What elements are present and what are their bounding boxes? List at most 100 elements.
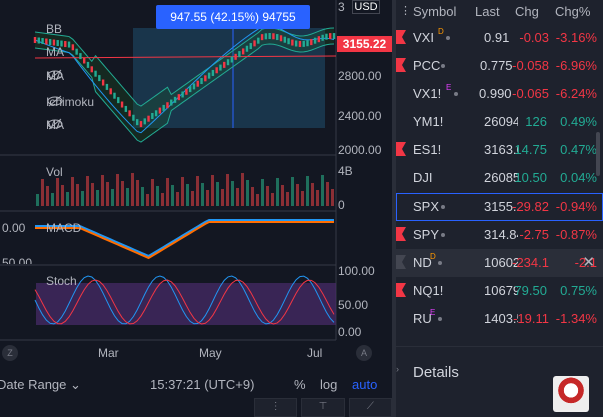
candle — [185, 88, 188, 95]
watchlist-row[interactable]: NQ1! 10679.79.50 0.75% — [396, 277, 603, 305]
price-axis-label: 2800.00 — [338, 69, 382, 83]
volume-bar — [301, 191, 304, 206]
volume-bar — [286, 192, 289, 206]
candle — [45, 38, 48, 45]
watchlist-row[interactable]: SPX3155.22-29.82-0.94% — [396, 193, 603, 221]
symbol-name: ND — [413, 255, 432, 270]
collapse-icon[interactable]: › — [396, 364, 402, 384]
stoch-title[interactable]: Stoch — [46, 274, 77, 288]
candle — [147, 115, 150, 122]
col-symbol[interactable]: Symbol — [413, 4, 456, 19]
watchlist-row[interactable]: DJI 26085.10.50 0.04% — [396, 164, 603, 192]
candle — [120, 101, 124, 108]
watchlist-row[interactable]: YM1! 26094 126 0.49% — [396, 108, 603, 136]
watchlist-row[interactable]: NDD10602.-234.1-2.1✕ — [396, 249, 603, 277]
volume-bar — [91, 183, 94, 206]
col-chg[interactable]: Chg — [515, 4, 539, 19]
pencil-icon[interactable]: ⟋ — [348, 398, 392, 417]
candle — [196, 80, 199, 87]
indicator-ma-1[interactable]: MA — [46, 45, 64, 59]
watchlist-row[interactable]: RUE1403.5-19.11-1.34% — [396, 305, 603, 333]
candle — [325, 33, 328, 40]
pin-icon[interactable]: ⊤ — [301, 398, 345, 417]
flag-icon[interactable] — [396, 142, 406, 156]
auto-scale-button[interactable]: A — [356, 345, 372, 361]
currency-label[interactable]: USD — [352, 0, 380, 14]
volume-bar — [146, 194, 149, 206]
date-range-button[interactable]: Date Range ⌄ — [0, 377, 81, 393]
volume-bar — [191, 191, 194, 206]
status-dot-icon — [454, 92, 458, 96]
percent-toggle[interactable]: % — [294, 377, 306, 392]
candle — [170, 99, 173, 106]
volume-bar — [141, 187, 144, 206]
candle — [64, 41, 67, 48]
more-icon[interactable]: ⋮ — [400, 4, 411, 17]
last-price-tag: 3155.22 — [337, 36, 392, 52]
indicator-bb[interactable]: BB — [46, 22, 62, 36]
volume-bar — [71, 177, 74, 206]
watchlist-row[interactable]: PCC 0.775 -0.058 -6.96% — [396, 52, 603, 80]
symbol-name: YM1! — [413, 114, 444, 129]
watchlist-row[interactable]: VX1! E 0.990 -0.065 -6.24% — [396, 80, 603, 108]
candle — [139, 121, 143, 128]
symbol-name: VX1! — [413, 86, 442, 101]
status-dot-icon — [441, 233, 445, 237]
flag-icon[interactable] — [396, 283, 406, 297]
candle — [234, 53, 237, 60]
log-toggle[interactable]: log — [320, 377, 337, 392]
macd-title[interactable]: MACD — [46, 221, 81, 235]
candle — [329, 33, 332, 40]
candle — [98, 75, 101, 82]
candle — [33, 37, 37, 43]
watchlist-row[interactable]: ES1! 3163.0014.75 0.47% — [396, 136, 603, 164]
candle — [306, 40, 309, 47]
change: -0.065 — [512, 86, 549, 101]
session-badge: D — [438, 27, 444, 36]
change: 126 — [525, 114, 547, 129]
candle — [257, 37, 260, 44]
eye-hidden-icon[interactable] — [46, 118, 64, 130]
symbol-name: VXI — [413, 30, 434, 45]
chart-canvas[interactable] — [0, 0, 392, 417]
zoom-button[interactable]: Z — [2, 345, 18, 361]
watchlist-row[interactable]: SPY 314.84-2.75 -0.87% — [396, 221, 603, 249]
macd-axis-label: 50.00 — [2, 256, 33, 264]
chart-pane[interactable]: 947.55 (42.15%) 94755 USD 3155.22 BB MA … — [0, 0, 392, 417]
candle — [253, 40, 256, 47]
watchlist-row[interactable]: VXI D 0.91 -0.03 -3.16% — [396, 24, 603, 52]
flag-icon[interactable] — [396, 30, 406, 44]
remove-icon[interactable]: ✕ — [582, 253, 595, 271]
change: -0.058 — [512, 58, 549, 73]
vol-title[interactable]: Vol — [46, 165, 63, 179]
volume-bar — [161, 193, 164, 206]
volume-bar — [296, 184, 299, 206]
flag-icon[interactable] — [396, 255, 406, 269]
clock-label[interactable]: 15:37:21 (UTC+9) — [150, 377, 254, 392]
eye-hidden-icon[interactable] — [46, 69, 64, 81]
time-axis-label: Mar — [98, 346, 119, 360]
scrollbar[interactable] — [596, 132, 600, 176]
volume-bar — [86, 176, 89, 206]
col-last[interactable]: Last — [475, 4, 500, 19]
session-badge: E — [430, 308, 436, 317]
volume-bar — [246, 180, 249, 206]
eye-hidden-icon[interactable] — [46, 95, 64, 107]
indicator-ma-3[interactable]: MA — [46, 118, 64, 132]
candle — [177, 94, 181, 101]
indicator-ma-2[interactable]: MA — [46, 69, 64, 83]
watchlist-header: ⋮ Symbol Last Chg Chg% — [396, 0, 603, 24]
avatar[interactable] — [553, 376, 589, 412]
volume-bar — [116, 174, 119, 206]
session-badge: E — [446, 83, 452, 92]
time-axis-label: Jul — [307, 346, 323, 360]
indicator-ichimoku[interactable]: Ichimoku — [46, 95, 94, 109]
candle — [245, 45, 249, 52]
flag-icon[interactable] — [396, 227, 406, 241]
flag-icon[interactable] — [396, 58, 406, 72]
volume-bar — [326, 182, 329, 206]
volume-bar — [256, 194, 259, 206]
col-chgp[interactable]: Chg% — [555, 4, 590, 19]
auto-toggle[interactable]: auto — [352, 377, 377, 392]
grip-icon[interactable]: ⋮ — [254, 398, 298, 417]
